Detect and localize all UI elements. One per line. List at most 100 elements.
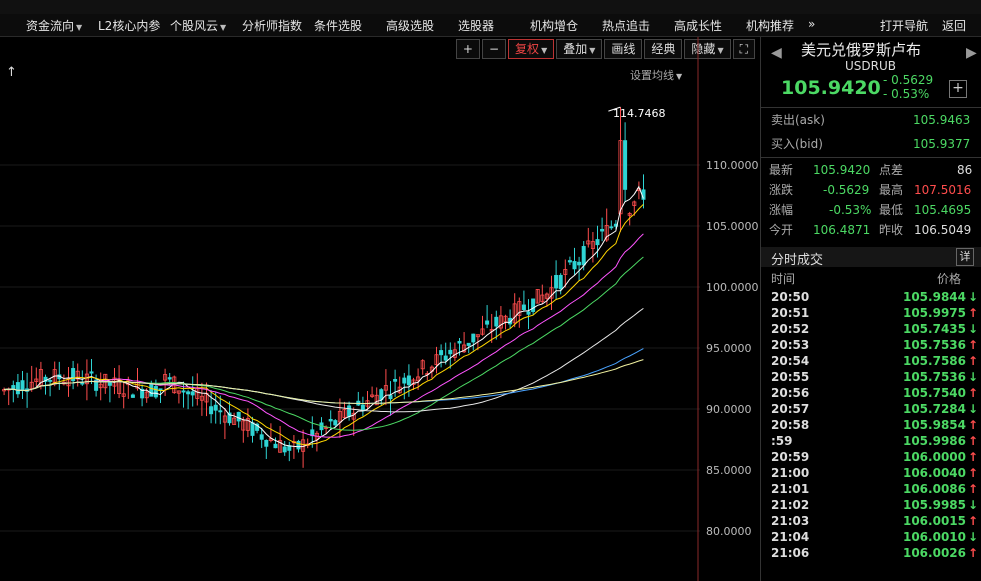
trade-row: 20:55 105.7536 ↓ [761, 370, 981, 386]
menu-fund-flow[interactable]: 资金流向 ▼ [26, 17, 82, 34]
candle [641, 174, 646, 209]
menu-inst-increase[interactable]: 机构增仓 [530, 17, 578, 34]
y-tick-label: 105.0000 [706, 220, 759, 233]
candle [521, 290, 526, 312]
candle [222, 407, 227, 440]
menu-stock-news[interactable]: 个股风云 ▼ [170, 17, 226, 34]
menu-high-growth[interactable]: 高成长性 [674, 17, 722, 34]
candle [71, 360, 76, 390]
trade-time: 21:02 [771, 498, 810, 512]
trade-price: 105.9844 [902, 290, 966, 304]
trade-row: 21:03 106.0015 ↑ [761, 514, 981, 530]
arrow-up-icon: ↑ [967, 482, 978, 496]
menu-more-icon[interactable]: » [808, 17, 815, 31]
menu-stock-picker[interactable]: 选股器 [458, 17, 494, 34]
trade-time: 20:50 [771, 290, 810, 304]
trades-detail-button[interactable]: 详 [956, 248, 974, 266]
candle [107, 381, 112, 403]
candle [301, 429, 306, 468]
candle [112, 367, 117, 395]
candle [48, 379, 53, 397]
trade-row: 20:51 105.9975 ↑ [761, 306, 981, 322]
trade-time: 21:01 [771, 482, 810, 496]
next-symbol-icon[interactable]: ▶ [966, 45, 977, 61]
candle [273, 437, 278, 449]
candle [586, 227, 591, 248]
menu-stock-news-label: 个股风云 [170, 19, 219, 33]
spread-label: 点差 [879, 163, 904, 177]
ma-line [3, 359, 644, 404]
arrow-down-icon: ↓ [967, 370, 978, 384]
high-value: 107.5016 [914, 183, 972, 197]
trade-row: 20:56 105.7540 ↑ [761, 386, 981, 402]
arrow-up-icon: ↑ [967, 338, 978, 352]
candle [531, 298, 536, 315]
ma-line [3, 307, 644, 413]
trade-row: 20:57 105.7284 ↓ [761, 402, 981, 418]
menu-back[interactable]: 返回 [942, 17, 966, 34]
trade-time: 20:58 [771, 418, 810, 432]
candle [600, 217, 605, 242]
y-tick-label: 100.0000 [706, 281, 759, 294]
candlestick-chart [0, 37, 700, 581]
arrow-up-icon: ↑ [967, 306, 978, 320]
candle [264, 439, 269, 459]
pct-value: -0.53% [829, 203, 872, 217]
fullscreen-icon[interactable]: ⛶ [732, 39, 755, 59]
ask-label: 卖出(ask) [771, 113, 825, 127]
candle [34, 367, 39, 387]
trade-price: 105.9986 [902, 434, 966, 448]
menu-advanced-pick[interactable]: 高级选股 [386, 17, 434, 34]
candle [89, 359, 94, 385]
candle [365, 391, 370, 410]
latest-value: 105.9420 [813, 163, 871, 177]
menu-fund-flow-label: 资金流向 [26, 19, 75, 33]
change-label: 涨跌 [769, 183, 794, 197]
candle [232, 412, 237, 425]
candle [75, 363, 80, 387]
menu-hot-chase[interactable]: 热点追击 [602, 17, 650, 34]
trade-time: 20:54 [771, 354, 810, 368]
candle [434, 346, 439, 374]
candle [535, 289, 540, 304]
bid-row: 买入(bid) [771, 135, 823, 153]
chart-area[interactable]: + − 复权 ▼ 叠加 ▼ 画线 经典 隐藏 ▼ ⛶ 设置均线 ▼ ↑ 110.0000… [0, 37, 759, 581]
arrow-down-icon: ↓ [967, 530, 978, 544]
ma-line [3, 256, 644, 431]
menu-analyst-index[interactable]: 分析师指数 [242, 17, 302, 34]
menu-condition-pick[interactable]: 条件选股 [314, 17, 362, 34]
trade-price: 105.7284 [902, 402, 966, 416]
trade-time: 21:00 [771, 466, 810, 480]
candle [84, 359, 89, 401]
trade-time: 20:57 [771, 402, 810, 416]
trade-time: 21:03 [771, 514, 810, 528]
candle [305, 438, 310, 449]
trade-price: 105.7536 [902, 370, 966, 384]
candle [66, 367, 71, 397]
candle [209, 390, 214, 424]
trade-row: 20:53 105.7536 ↑ [761, 338, 981, 354]
menu-l2-core[interactable]: L2核心内参 [98, 17, 160, 34]
candle [236, 411, 241, 428]
prev-symbol-icon[interactable]: ◀ [771, 45, 782, 61]
candle [291, 435, 296, 459]
change-value: -0.5629 [823, 183, 870, 197]
y-tick-label: 90.0000 [706, 403, 752, 416]
trades-col-time: 时间 [771, 272, 796, 286]
current-price: 105.9420 [781, 77, 881, 99]
trades-title: 分时成交 [771, 253, 824, 268]
candle [190, 376, 195, 407]
quote-panel: ◀ ▶ 美元兑俄罗斯卢布 USDRUB 105.9420 - 0.5629 - … [760, 37, 981, 581]
candle [282, 441, 287, 456]
add-watchlist-button[interactable]: + [949, 80, 967, 98]
y-tick-label: 80.0000 [706, 525, 752, 538]
arrow-up-icon: ↑ [967, 450, 978, 464]
candle [43, 374, 48, 395]
candle [609, 220, 614, 230]
candle [452, 342, 457, 362]
menu-open-nav[interactable]: 打开导航 [880, 17, 928, 34]
trade-time: 20:59 [771, 450, 810, 464]
menu-inst-recommend[interactable]: 机构推荐 [746, 17, 794, 34]
latest-label: 最新 [769, 163, 794, 177]
trade-time: 21:06 [771, 546, 810, 560]
